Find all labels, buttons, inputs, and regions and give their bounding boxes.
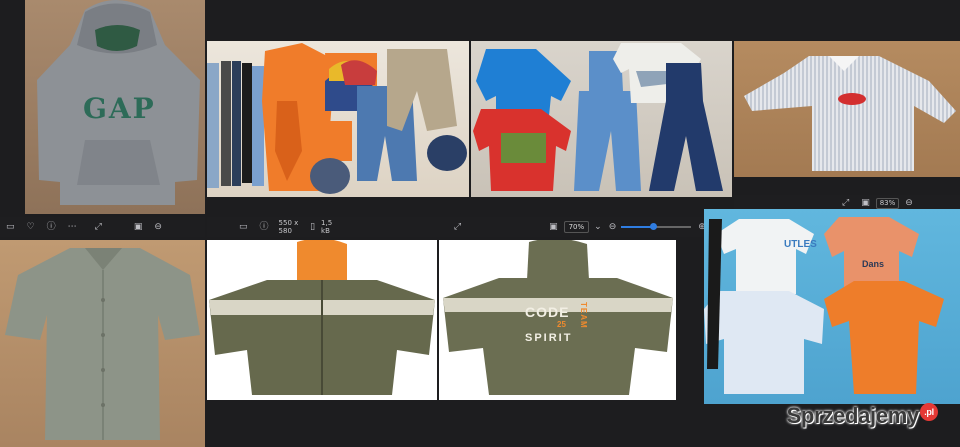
fullscreen-icon[interactable]: ▣ <box>861 198 870 208</box>
zoom-out-icon[interactable]: ⊖ <box>154 222 162 232</box>
fit-icon[interactable]: ⤢ <box>842 198 849 208</box>
toolbar-left: ▭ ♡ ⓘ ⋯ ⤢ ▣ ⊖ <box>0 217 205 237</box>
more-icon[interactable]: ⋯ <box>68 222 77 232</box>
photo-green-shirt[interactable] <box>0 240 205 447</box>
orange-set-illustration <box>207 43 467 194</box>
info-icon[interactable]: ⓘ <box>260 222 269 232</box>
fit-icon[interactable]: ⤢ <box>454 222 461 232</box>
info-icon[interactable]: ⓘ <box>47 222 56 232</box>
zoom-slider-knob[interactable] <box>649 223 657 230</box>
striped-shirt-illustration <box>744 56 956 171</box>
fullscreen-icon[interactable]: ▣ <box>549 222 558 232</box>
overalls-set-illustration <box>473 43 723 191</box>
tshirt-print-text: UTLES <box>784 239 817 250</box>
file-size: 1,5 kB <box>321 219 333 235</box>
tshirt-print-text-2: Dans <box>862 259 885 269</box>
heart-icon[interactable]: ♡ <box>27 222 35 232</box>
photo-gap-hoodie[interactable]: GAP <box>25 0 205 214</box>
jacket-print-code: CODE <box>525 304 570 320</box>
jacket-print-team: TEAM <box>579 302 588 329</box>
hoodie-logo-text: GAP <box>83 92 156 125</box>
photo-jacket-back[interactable]: CODE 25 SPIRIT TEAM <box>439 240 676 400</box>
tshirts-illustration <box>704 217 944 394</box>
watermark-badge: .pl <box>920 403 938 421</box>
zoom-slider[interactable] <box>621 223 692 230</box>
jacket-print-number: 25 <box>557 320 566 329</box>
fit-icon[interactable]: ⤢ <box>95 222 102 232</box>
zoom-slider-fill <box>621 226 653 228</box>
jacket-front-illustration <box>209 240 435 395</box>
zoom-out-icon[interactable]: ⊖ <box>609 222 617 232</box>
panel-icon[interactable]: ▭ <box>239 222 248 232</box>
photo-orange-set[interactable] <box>207 41 469 197</box>
zoom-value[interactable]: 70% <box>563 221 590 233</box>
zoom-value[interactable]: 83% <box>875 197 900 209</box>
photo-tshirts[interactable]: UTLES Dans <box>704 209 960 404</box>
panel-icon[interactable]: ▭ <box>6 222 15 232</box>
sprzedajemy-watermark: Sprzedajemy .pl <box>787 403 938 429</box>
toolbar-middle: ▭ ⓘ 550 x 580 ▯ 1,5 kB ⤢ ▣ 70% ⌄ ⊖ ⊕ ⤡ <box>207 217 732 237</box>
photo-striped-shirt[interactable] <box>734 41 960 177</box>
green-shirt-illustration <box>5 248 200 440</box>
photo-jacket-front[interactable] <box>207 240 437 400</box>
fullscreen-icon[interactable]: ▣ <box>134 222 143 232</box>
jacket-print-spirit: SPIRIT <box>525 332 573 344</box>
file-icon: ▯ <box>310 221 316 232</box>
chevron-down-icon: ⌄ <box>594 221 602 232</box>
watermark-text: Sprzedajemy <box>786 403 920 428</box>
photo-overalls-set[interactable] <box>471 41 732 197</box>
image-dimensions: 550 x 580 <box>278 219 299 235</box>
zoom-out-icon[interactable]: ⊖ <box>905 198 913 208</box>
